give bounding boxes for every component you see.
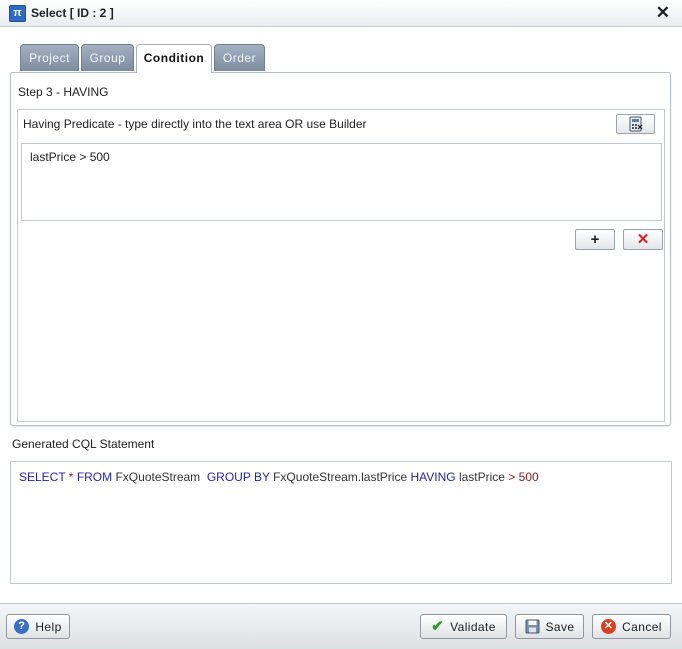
cql-token: FxQuoteStream.lastPrice [269,470,411,484]
cql-token: FROM [76,470,113,484]
cql-statement-label: Generated CQL Statement [12,437,155,451]
help-button[interactable]: ? Help [6,614,70,639]
having-predicate-input[interactable]: lastPrice > 500 [21,143,662,221]
pi-icon: π [9,5,26,22]
calculator-icon [629,116,642,132]
help-icon: ? [14,619,30,634]
condition-panel: Step 3 - HAVING Having Predicate - type … [10,72,671,426]
tab-order[interactable]: Order [214,44,265,71]
checkmark-icon: ✔ [431,618,445,635]
cql-token: FxQuoteStream [112,470,207,484]
cql-token: * [65,470,77,484]
cql-token: HAVING [410,470,456,484]
tab-condition[interactable]: Condition [136,44,212,73]
cancel-label: Cancel [622,619,662,634]
cql-token: SELECT [19,470,66,484]
window-title: Select [ ID : 2 ] [31,6,114,20]
help-label: Help [35,619,62,634]
plus-icon: + [590,231,600,248]
close-icon[interactable]: ✕ [656,3,670,23]
validate-label: Validate [450,619,496,634]
red-x-icon: ✕ [636,231,650,248]
cancel-button[interactable]: ✕ Cancel [592,614,671,639]
cancel-icon: ✕ [601,619,617,634]
step-label: Step 3 - HAVING [18,85,109,99]
floppy-disk-icon [525,619,540,634]
save-button[interactable]: Save [515,614,584,639]
expression-builder-button[interactable] [616,114,655,134]
cql-statement-box: SELECT * FROM FxQuoteStream GROUP BY FxQ… [10,461,672,584]
validate-button[interactable]: ✔ Validate [420,614,507,639]
save-label: Save [545,619,575,634]
dialog-footer: ? Help ✔ Validate Save ✕ Cancel [0,603,682,649]
having-predicate-label: Having Predicate - type directly into th… [23,117,367,131]
tab-group[interactable]: Group [81,44,134,71]
cql-token: 500 [515,470,539,484]
cql-token: GROUP BY [206,470,270,484]
title-bar: π Select [ ID : 2 ] ✕ [0,0,682,27]
clear-predicate-button[interactable]: ✕ [623,229,663,250]
add-predicate-button[interactable]: + [575,229,615,250]
tab-project[interactable]: Project [20,44,79,71]
cql-token: lastPrice [455,470,509,484]
having-predicate-group: Having Predicate - type directly into th… [17,109,665,422]
